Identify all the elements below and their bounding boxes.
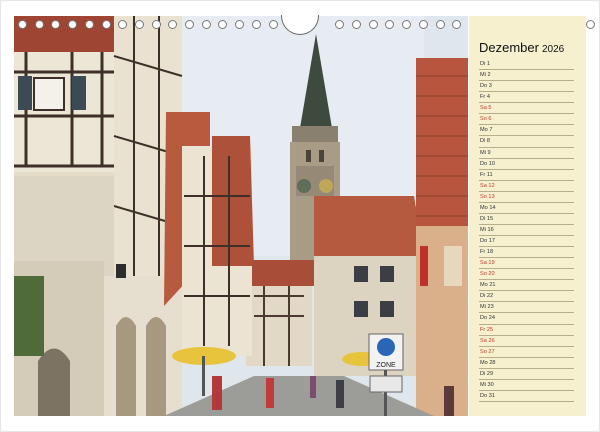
day-label: Fr 25 [480, 326, 494, 333]
binding-ring [268, 20, 278, 29]
binding-ring [201, 20, 211, 29]
day-label: Mi 2 [480, 72, 491, 79]
day-label: So 20 [480, 271, 495, 278]
day-label: Fr 4 [480, 94, 490, 101]
day-label: Fr 11 [480, 171, 493, 178]
day-row: So 27 [479, 347, 574, 358]
day-label: Do 3 [480, 83, 492, 90]
day-label: So 27 [480, 348, 495, 355]
zone-sign-text: ZONE [376, 362, 396, 369]
day-row: Di 29 [479, 369, 574, 380]
binding-ring [435, 20, 445, 29]
day-label: Do 17 [480, 238, 495, 244]
day-label: Mi 16 [480, 226, 494, 233]
binding-ring [134, 20, 144, 29]
binding-ring [385, 20, 395, 29]
day-row: Fr 11 [479, 170, 574, 181]
binding-ring [51, 20, 61, 29]
binding-ring [235, 20, 245, 29]
binding-ring [34, 20, 44, 29]
month-name: Dezember [479, 40, 539, 55]
binding-ring [251, 20, 261, 29]
binding-ring [335, 20, 345, 29]
day-row: Fr 4 [479, 92, 574, 104]
day-label: Mo 14 [480, 204, 496, 211]
day-row: Mo 28 [479, 358, 574, 369]
day-label: Di 8 [480, 138, 490, 145]
year: 2026 [541, 44, 565, 55]
day-row: Sa 12 [479, 181, 574, 192]
day-label: Di 22 [480, 293, 494, 300]
day-label: Do 24 [480, 315, 495, 322]
binding-ring [151, 20, 161, 29]
calendar-panel: Dezember 2026 Di 1 Mi 2 Do 3 Fr 4 Sa 5 So 6 Mo … [469, 16, 586, 416]
day-row: Mi 23 [479, 302, 574, 314]
day-label: Mi 23 [480, 304, 494, 311]
day-row: So 20 [479, 269, 574, 281]
day-row: Di 22 [479, 291, 574, 303]
day-label: Di 1 [480, 61, 490, 67]
day-label: Di 15 [480, 215, 494, 222]
binding-ring [352, 20, 361, 29]
day-label: Mo 7 [480, 127, 493, 134]
day-row: So 13 [479, 192, 574, 203]
binding-ring [418, 20, 428, 29]
day-row: Do 3 [479, 81, 574, 93]
day-row: Di 1 [479, 59, 574, 71]
day-label: Sa 5 [480, 105, 492, 112]
binding-ring [585, 20, 595, 29]
day-row: Mo 7 [479, 125, 574, 137]
day-label: So 6 [480, 116, 492, 123]
day-label: Sa 19 [480, 260, 495, 267]
day-label: Mo 28 [480, 359, 496, 366]
day-row: Do 31 [479, 391, 574, 402]
day-row: Do 24 [479, 313, 574, 325]
day-row: Do 10 [479, 159, 574, 170]
day-row: Mo 14 [479, 203, 574, 214]
left-houses [14, 16, 183, 416]
binding-ring [68, 20, 78, 29]
day-row: Sa 19 [479, 258, 574, 270]
day-row: Di 8 [479, 136, 574, 148]
binding-ring [368, 20, 378, 29]
day-label: Di 29 [480, 370, 494, 377]
binding-ring [168, 20, 178, 29]
day-label: Mo 21 [480, 282, 496, 289]
binding-ring [452, 20, 462, 29]
binding-ring [84, 20, 94, 29]
day-row: Mi 16 [479, 225, 574, 236]
binding-ring [185, 20, 194, 29]
day-list: Di 1 Mi 2 Do 3 Fr 4 Sa 5 So 6 Mo 7 Di 8 Mi 9 Do 1… [479, 59, 574, 402]
day-label: Sa 12 [480, 182, 495, 189]
day-row: Fr 18 [479, 247, 574, 259]
day-row: Mo 21 [479, 280, 574, 292]
binding-ring [218, 20, 228, 29]
right-building [416, 58, 468, 416]
day-label: Sa 26 [480, 337, 495, 344]
day-row: So 6 [479, 114, 574, 126]
day-row: Fr 25 [479, 325, 574, 336]
day-label: Do 10 [480, 160, 495, 167]
day-row: Mi 9 [479, 148, 574, 159]
month-title: Dezember 2026 [479, 40, 564, 55]
street-photo: ZONE [14, 16, 468, 416]
binding-ring [118, 20, 128, 29]
day-label: Fr 18 [480, 249, 494, 256]
binding-ring [18, 20, 27, 29]
day-label: Mi 9 [480, 149, 491, 156]
day-row: Mi 2 [479, 70, 574, 82]
day-row: Sa 26 [479, 336, 574, 347]
day-row: Sa 5 [479, 103, 574, 115]
day-row: Do 17 [479, 236, 574, 248]
binding-ring [402, 20, 412, 29]
day-label: Do 31 [480, 392, 495, 399]
day-label: Mi 30 [480, 381, 494, 388]
binding-ring [101, 20, 111, 29]
day-label: So 13 [480, 193, 495, 200]
day-row: Di 15 [479, 214, 574, 225]
calendar-page: ZONE Dezember 2026 Di 1 Mi 2 Do 3 Fr 4 Sa 5 So… [0, 0, 600, 432]
day-row: Mi 30 [479, 380, 574, 391]
